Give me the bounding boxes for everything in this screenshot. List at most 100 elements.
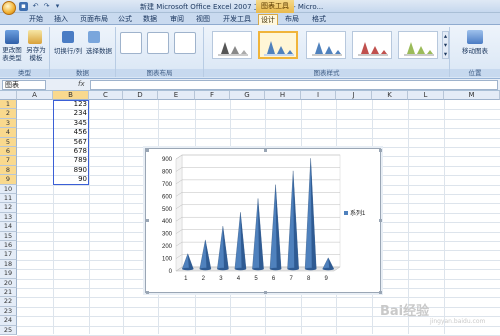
layout-3-thumb[interactable] [174, 32, 196, 54]
office-button[interactable] [2, 1, 16, 15]
tab-view[interactable]: 视图 [194, 14, 212, 25]
style-2-thumb[interactable] [258, 31, 298, 59]
chart-object[interactable]: 0 100 200 300 400 500 600 700 800 900 1 2 3 4 5 6 7 8 9 系列1 [145, 148, 382, 294]
x-tick-label: 3 [219, 276, 223, 282]
chart-side-wall [175, 154, 183, 272]
column-header-d[interactable]: D [123, 91, 158, 100]
row-header-6[interactable]: 6 [0, 147, 17, 157]
tab-insert[interactable]: 插入 [52, 14, 70, 25]
row-header-22[interactable]: 22 [0, 297, 17, 307]
switch-row-col-button[interactable]: 切换行/列 [53, 47, 83, 55]
style-1-thumb[interactable] [212, 31, 252, 59]
save-as-template-button[interactable]: 另存为模板 [25, 46, 47, 62]
legend-label: 系列1 [350, 209, 366, 217]
column-header-j[interactable]: J [336, 91, 372, 100]
selected-range [53, 100, 89, 185]
select-data-button[interactable]: 选择数据 [83, 47, 115, 55]
fx-icon[interactable]: fx [78, 80, 85, 88]
select-all-corner[interactable] [0, 91, 17, 100]
column-chart: 0 100 200 300 400 500 600 700 800 900 1 2 3 4 5 6 7 8 9 系列1 [146, 149, 382, 294]
group-label-chart-layout: 图表布局 [116, 69, 203, 77]
tab-design[interactable]: 设计 [258, 14, 278, 25]
row-header-15[interactable]: 15 [0, 231, 17, 241]
tab-formulas[interactable]: 公式 [116, 14, 134, 25]
undo-icon[interactable]: ↶ [31, 2, 40, 11]
grid-col-line [89, 100, 90, 334]
column-header-l[interactable]: L [408, 91, 444, 100]
chart-cone-base-5 [252, 267, 264, 271]
row-header-9[interactable]: 9 [0, 175, 17, 185]
row-header-8[interactable]: 8 [0, 165, 17, 176]
worksheet-grid[interactable]: ABCDEFGHIJKLM 1 2 3 4 5 6 7 8 9 10 11 12 13 14 15 16 17 1… [0, 91, 500, 336]
chart-cone-base-4 [234, 267, 247, 271]
y-tick-label: 300 [162, 232, 173, 238]
chart-tools-context: 图表工具 [256, 0, 294, 13]
row-header-10[interactable]: 10 [0, 184, 17, 194]
row-header-20[interactable]: 20 [0, 278, 17, 288]
layout-1-thumb[interactable] [120, 32, 142, 54]
style-4-thumb[interactable] [352, 31, 392, 59]
column-header-a[interactable]: A [17, 91, 53, 100]
row-header-11[interactable]: 11 [0, 194, 17, 204]
y-tick-label: 100 [162, 257, 173, 263]
name-box[interactable]: 图表 [2, 80, 46, 90]
row-header-19[interactable]: 19 [0, 269, 17, 279]
row-header-5[interactable]: 5 [0, 137, 17, 147]
row-header-3[interactable]: 3 [0, 118, 17, 129]
column-header-h[interactable]: H [265, 91, 301, 100]
tab-data[interactable]: 数据 [141, 14, 159, 25]
tab-home[interactable]: 开始 [27, 14, 45, 25]
row-header-24[interactable]: 24 [0, 316, 17, 326]
column-header-e[interactable]: E [158, 91, 195, 100]
x-tick-label: 9 [325, 276, 329, 282]
move-chart-button[interactable]: 移动图表 [452, 47, 498, 55]
group-label-location: 位置 [450, 69, 500, 77]
qat-dropdown-icon[interactable]: ▾ [53, 2, 62, 11]
column-header-f[interactable]: F [195, 91, 230, 100]
redo-icon[interactable]: ↷ [42, 2, 51, 11]
column-header-m[interactable]: M [444, 91, 500, 100]
chart-resize-handle [146, 149, 149, 152]
column-header-c[interactable]: C [89, 91, 123, 100]
change-chart-type-button[interactable]: 更改图表类型 [1, 46, 23, 62]
row-header-12[interactable]: 12 [0, 203, 17, 213]
grid-col-line [444, 100, 445, 334]
layout-2-thumb[interactable] [147, 32, 169, 54]
style-3-thumb[interactable] [306, 31, 346, 59]
x-tick-label: 1 [184, 276, 188, 282]
row-header-2[interactable]: 2 [0, 109, 17, 119]
tab-page-layout[interactable]: 页面布局 [78, 14, 110, 25]
tab-format[interactable]: 格式 [310, 14, 328, 25]
column-header-k[interactable]: K [372, 91, 408, 100]
row-header-18[interactable]: 18 [0, 259, 17, 270]
styles-more-button[interactable]: ▴ ▾ ▾ [442, 31, 449, 59]
chart-resize-handle [146, 291, 149, 294]
row-header-21[interactable]: 21 [0, 288, 17, 298]
tab-layout[interactable]: 布局 [283, 14, 301, 25]
row-header-4[interactable]: 4 [0, 128, 17, 138]
save-icon[interactable]: ▪ [19, 2, 28, 11]
tab-review[interactable]: 审阅 [168, 14, 186, 25]
column-header-b[interactable]: B [53, 91, 89, 100]
row-header-7[interactable]: 7 [0, 156, 17, 166]
chart-cone-base-3 [217, 267, 229, 271]
formula-input[interactable] [90, 80, 498, 90]
tab-developer[interactable]: 开发工具 [221, 14, 253, 25]
row-header-1[interactable]: 1 [0, 100, 17, 110]
chart-resize-handle [146, 219, 149, 222]
grid-row-line [17, 128, 500, 130]
y-tick-label: 500 [162, 207, 173, 213]
save-template-icon [28, 30, 42, 44]
change-chart-type-icon [5, 30, 19, 44]
row-header-13[interactable]: 13 [0, 212, 17, 223]
grid-row-line [17, 325, 500, 327]
style-5-thumb[interactable] [398, 31, 438, 59]
x-tick-label: 6 [272, 276, 276, 282]
row-header-23[interactable]: 23 [0, 306, 17, 317]
row-header-17[interactable]: 17 [0, 250, 17, 260]
row-header-14[interactable]: 14 [0, 222, 17, 232]
column-header-g[interactable]: G [230, 91, 265, 100]
formula-bar: 图表 fx [0, 79, 500, 91]
column-header-i[interactable]: I [301, 91, 336, 100]
row-header-16[interactable]: 16 [0, 241, 17, 251]
